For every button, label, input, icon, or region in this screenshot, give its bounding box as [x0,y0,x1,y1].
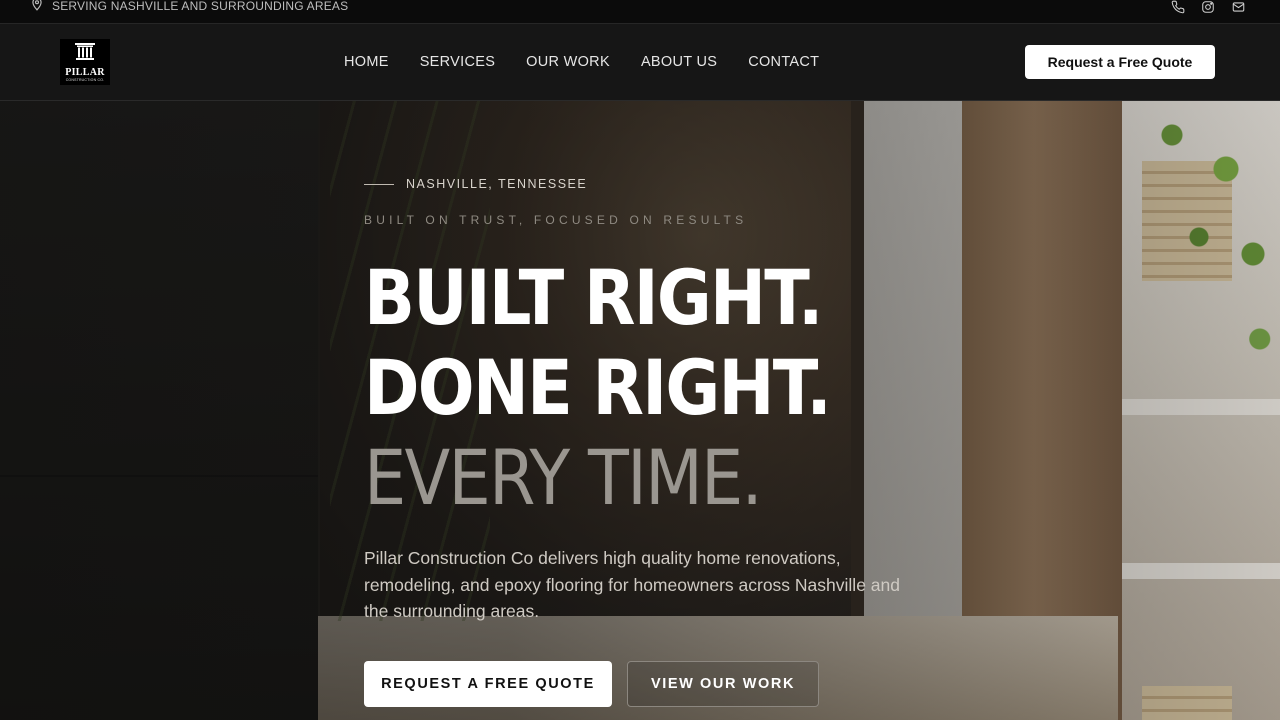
logo[interactable]: PILLAR CONSTRUCTION CO. [60,39,110,85]
headline-line-3: EVERY TIME. [364,433,763,522]
nav-item-about-us[interactable]: ABOUT US [641,54,717,70]
view-our-work-button[interactable]: VIEW OUR WORK [627,661,819,707]
instagram-icon[interactable] [1200,0,1216,15]
nav-item-contact[interactable]: CONTACT [748,54,819,70]
service-area-text: SERVING NASHVILLE AND SURROUNDING AREAS [52,0,349,13]
hero-tagline: BUILT ON TRUST, FOCUSED ON RESULTS [364,213,748,227]
logo-name: PILLAR [65,67,105,78]
request-quote-button[interactable]: Request a Free Quote [1025,45,1215,79]
contact-icons [1170,0,1246,15]
hero-headline: BUILT RIGHT. DONE RIGHT. EVERY TIME. [364,253,832,523]
main-nav: PILLAR CONSTRUCTION CO. HOME SERVICES OU… [0,24,1280,101]
nav-item-home[interactable]: HOME [344,54,389,70]
eyebrow-divider [364,183,394,185]
service-area: SERVING NASHVILLE AND SURROUNDING AREAS [30,0,348,14]
hero-request-quote-button[interactable]: REQUEST A FREE QUOTE [364,661,612,707]
headline-line-2: DONE RIGHT. [364,343,832,432]
pillar-column-icon [74,43,96,66]
hero-content: NASHVILLE, TENNESSEE BUILT ON TRUST, FOC… [364,101,984,720]
hero-section: NASHVILLE, TENNESSEE BUILT ON TRUST, FOC… [0,101,1280,720]
phone-icon[interactable] [1170,0,1186,15]
headline-line-1: BUILT RIGHT. [364,253,823,342]
nav-menu: HOME SERVICES OUR WORK ABOUT US CONTACT [344,54,819,70]
nav-item-our-work[interactable]: OUR WORK [526,54,610,70]
logo-subtitle: CONSTRUCTION CO. [65,78,105,82]
hero-location: NASHVILLE, TENNESSEE [406,177,588,191]
hero-eyebrow: NASHVILLE, TENNESSEE [364,177,587,191]
mail-icon[interactable] [1230,0,1246,15]
hero-description: Pillar Construction Co delivers high qua… [364,548,900,621]
map-pin-icon [30,0,44,16]
nav-item-services[interactable]: SERVICES [420,54,495,70]
top-bar: SERVING NASHVILLE AND SURROUNDING AREAS [0,0,1280,24]
